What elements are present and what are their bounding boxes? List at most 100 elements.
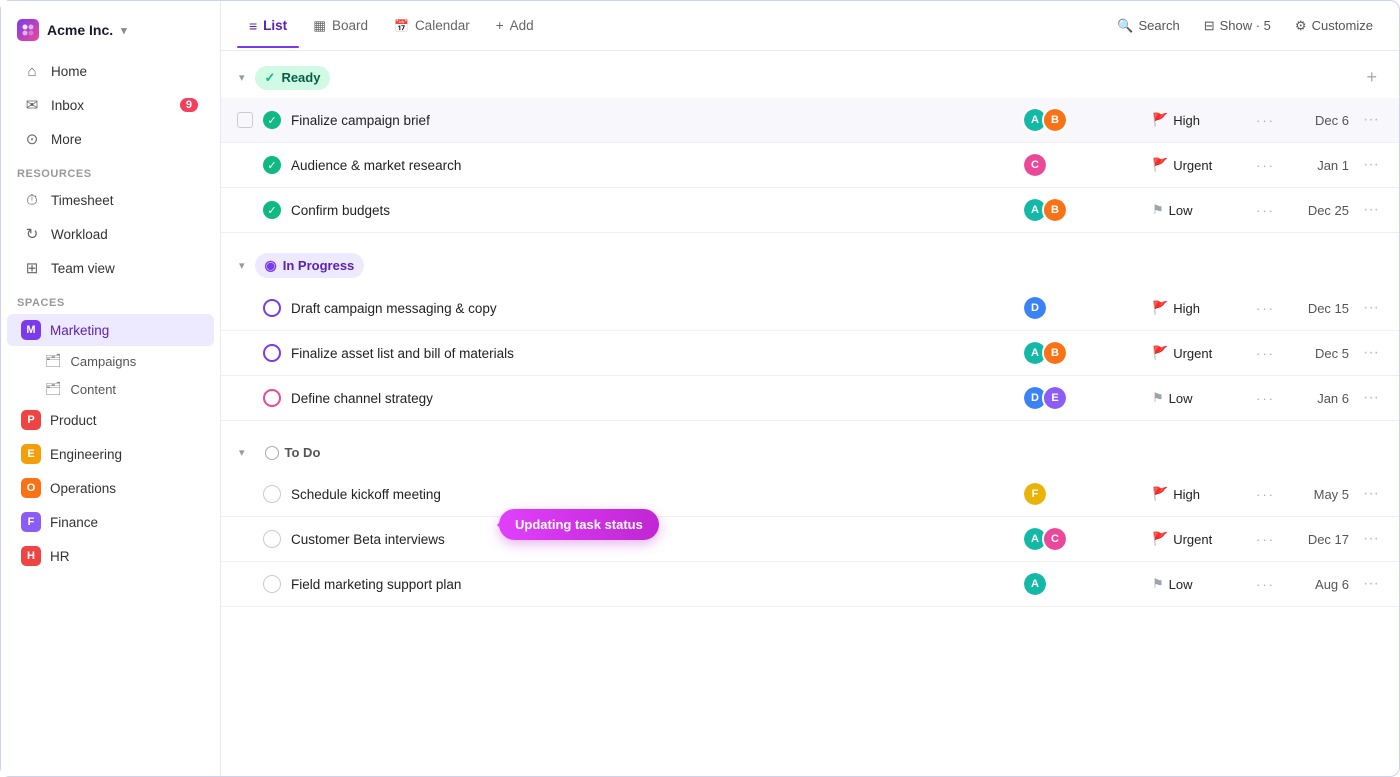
task-avatars: A B (1022, 340, 1142, 366)
task-row[interactable]: ✓ Confirm budgets A B ⚑ Low ··· Dec 25 ·… (221, 188, 1399, 233)
more-icon: ⊙ (23, 130, 41, 148)
logo-chevron: ▾ (121, 24, 127, 37)
task-row[interactable]: Finalize asset list and bill of material… (221, 331, 1399, 376)
task-row[interactable]: Field marketing support plan A ⚑ Low ···… (221, 562, 1399, 607)
avatar: A (1022, 571, 1048, 597)
app-logo[interactable]: Acme Inc. ▾ (1, 13, 220, 55)
customize-icon: ⚙ (1295, 18, 1307, 34)
task-row[interactable]: Draft campaign messaging & copy D 🚩 High… (221, 286, 1399, 331)
sidebar-item-finance[interactable]: F Finance (7, 506, 214, 538)
main-content: ≡ List ▦ Board 📅 Calendar + Add 🔍 Search… (221, 1, 1399, 776)
tab-add[interactable]: + Add (484, 12, 546, 39)
priority-label: Urgent (1173, 532, 1212, 547)
operations-label: Operations (50, 481, 116, 496)
task-name: Finalize campaign brief (291, 113, 1012, 128)
task-row[interactable]: Schedule kickoff meeting F 🚩 High ··· Ma… (221, 472, 1399, 517)
task-more-button[interactable]: ··· (1359, 528, 1383, 550)
topbar: ≡ List ▦ Board 📅 Calendar + Add 🔍 Search… (221, 1, 1399, 51)
sidebar-nav-timesheet[interactable]: ⏱ Timesheet (7, 185, 214, 216)
sidebar-item-engineering[interactable]: E Engineering (7, 438, 214, 470)
group-in-progress-header: ▾ ◉ In Progress (221, 239, 1399, 286)
task-extra-dots[interactable]: ··· (1252, 156, 1279, 175)
task-priority: 🚩 High (1152, 112, 1242, 128)
todo-group-badge[interactable]: To Do (255, 441, 331, 464)
task-avatars: A (1022, 571, 1142, 597)
sidebar-item-marketing[interactable]: M Marketing (7, 314, 214, 346)
priority-label: Low (1169, 577, 1193, 592)
task-date: Aug 6 (1289, 577, 1349, 592)
sidebar-subitem-campaigns[interactable]: 🗂 Campaigns (7, 348, 214, 374)
priority-flag-icon: ⚑ (1152, 576, 1164, 592)
sidebar-nav-inbox[interactable]: ✉ Inbox 9 (7, 89, 214, 121)
sidebar-nav-home[interactable]: ⌂ Home (7, 56, 214, 87)
task-extra-dots[interactable]: ··· (1252, 299, 1279, 318)
task-list-content: ▾ ✓ Ready + ✓ Finalize campaign brief A … (221, 51, 1399, 776)
priority-label: Low (1169, 203, 1193, 218)
tab-calendar[interactable]: 📅 Calendar (382, 12, 482, 39)
task-extra-dots[interactable]: ··· (1252, 485, 1279, 504)
task-extra-dots[interactable]: ··· (1252, 111, 1279, 130)
task-priority: 🚩 Urgent (1152, 531, 1242, 547)
customize-button[interactable]: ⚙ Customize (1285, 13, 1383, 39)
task-row[interactable]: ✓ Audience & market research C 🚩 Urgent … (221, 143, 1399, 188)
sidebar-item-hr[interactable]: H HR (7, 540, 214, 572)
nav-more-label: More (51, 132, 82, 147)
sidebar-item-product[interactable]: P Product (7, 404, 214, 436)
sidebar-item-operations[interactable]: O Operations (7, 472, 214, 504)
sidebar-nav-workload[interactable]: ↻ Workload (7, 218, 214, 250)
in-progress-group-label: In Progress (283, 258, 355, 273)
calendar-tab-icon: 📅 (394, 19, 409, 33)
tooltip-text: Updating task status (515, 517, 643, 532)
in-progress-group-badge[interactable]: ◉ In Progress (255, 253, 365, 278)
tab-list[interactable]: ≡ List (237, 12, 299, 40)
campaigns-folder-icon: 🗂 (45, 353, 62, 369)
task-name: Define channel strategy (291, 391, 1012, 406)
hr-label: HR (50, 549, 70, 564)
task-more-button[interactable]: ··· (1359, 573, 1383, 595)
task-name: Field marketing support plan (291, 577, 1012, 592)
finance-badge: F (21, 512, 41, 532)
task-row[interactable]: ✓ Finalize campaign brief A B 🚩 High ···… (221, 98, 1399, 143)
tab-board[interactable]: ▦ Board (301, 12, 380, 40)
task-row[interactable]: Customer Beta interviews A C 🚩 Urgent ··… (221, 517, 1399, 562)
todo-collapse-icon[interactable]: ▾ (237, 444, 247, 461)
task-more-button[interactable]: ··· (1359, 483, 1383, 505)
task-checkbox[interactable] (237, 112, 253, 128)
list-tab-icon: ≡ (249, 18, 257, 34)
priority-label: High (1173, 113, 1200, 128)
task-more-button[interactable]: ··· (1359, 109, 1383, 131)
task-more-button[interactable]: ··· (1359, 387, 1383, 409)
task-name: Schedule kickoff meeting (291, 487, 1012, 502)
sidebar-subitem-content[interactable]: 🗂 Content (7, 376, 214, 402)
task-priority: 🚩 Urgent (1152, 345, 1242, 361)
show-button[interactable]: ⊟ Show · 5 (1194, 13, 1281, 39)
add-tab-label: Add (510, 18, 534, 33)
search-button[interactable]: 🔍 Search (1107, 13, 1189, 39)
task-extra-dots[interactable]: ··· (1252, 575, 1279, 594)
task-extra-dots[interactable]: ··· (1252, 530, 1279, 549)
task-priority: ⚑ Low (1152, 202, 1242, 218)
ready-add-button[interactable]: + (1360, 65, 1383, 90)
task-date: Dec 15 (1289, 301, 1349, 316)
task-more-button[interactable]: ··· (1359, 199, 1383, 221)
task-extra-dots[interactable]: ··· (1252, 389, 1279, 408)
task-more-button[interactable]: ··· (1359, 342, 1383, 364)
priority-label: High (1173, 487, 1200, 502)
avatar: F (1022, 481, 1048, 507)
task-avatars: F (1022, 481, 1142, 507)
priority-flag-icon: 🚩 (1152, 531, 1168, 547)
task-priority: ⚑ Low (1152, 576, 1242, 592)
sidebar-nav-more[interactable]: ⊙ More (7, 123, 214, 155)
task-date: Dec 17 (1289, 532, 1349, 547)
task-more-button[interactable]: ··· (1359, 154, 1383, 176)
task-row[interactable]: Define channel strategy D E ⚑ Low ··· Ja… (221, 376, 1399, 421)
task-more-button[interactable]: ··· (1359, 297, 1383, 319)
ready-group-badge[interactable]: ✓ Ready (255, 66, 331, 90)
task-extra-dots[interactable]: ··· (1252, 344, 1279, 363)
task-extra-dots[interactable]: ··· (1252, 201, 1279, 220)
sidebar-nav-teamview[interactable]: ⊞ Team view (7, 252, 214, 284)
task-status-todo (263, 530, 281, 548)
task-priority: 🚩 Urgent (1152, 157, 1242, 173)
ready-collapse-icon[interactable]: ▾ (237, 69, 247, 86)
in-progress-collapse-icon[interactable]: ▾ (237, 257, 247, 274)
